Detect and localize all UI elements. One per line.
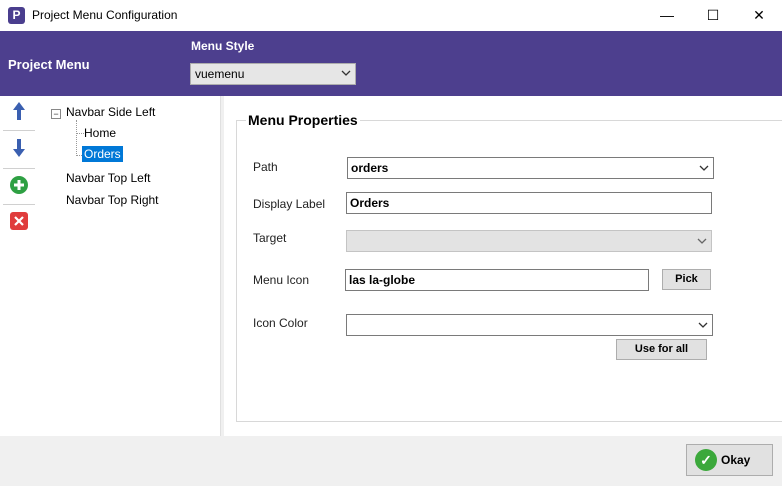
use-for-all-button[interactable]: Use for all [616,339,707,360]
app-icon: P [8,7,25,24]
target-label: Target [253,231,287,245]
path-select[interactable]: orders [347,157,714,179]
panel-splitter[interactable] [220,96,224,436]
move-down-button[interactable] [8,138,30,160]
tree-item-navbar-side-left[interactable]: Navbar Side Left [66,105,155,119]
menu-properties-title: Menu Properties [246,112,360,128]
toolbar-divider [3,130,35,131]
tree-connector [76,120,77,156]
menu-icon-label: Menu Icon [253,273,310,287]
plus-circle-icon [10,176,28,194]
add-item-button[interactable] [8,175,30,197]
tree-connector [76,133,84,134]
close-button[interactable]: ✕ [736,0,782,31]
okay-label: Okay [721,453,751,467]
display-label-value: Orders [350,196,390,210]
window-title: Project Menu Configuration [32,8,178,22]
maximize-button[interactable]: ☐ [690,0,736,31]
menu-style-value: vuemenu [195,67,245,81]
pick-icon-button[interactable]: Pick [662,269,711,290]
minimize-button[interactable]: — [644,0,690,31]
arrow-up-icon [13,102,25,120]
delete-x-icon [10,212,28,230]
chevron-down-icon [697,234,707,251]
display-label-input[interactable]: Orders [346,192,712,214]
okay-button[interactable]: ✓ Okay [686,444,773,476]
chevron-down-icon [698,318,708,335]
dialog-footer [0,436,782,486]
tree-item-home[interactable]: Home [84,126,116,140]
tree-toolbar [0,96,39,436]
tree-item-orders[interactable]: Orders [82,146,123,162]
target-select[interactable] [346,230,712,252]
tree-item-navbar-top-left[interactable]: Navbar Top Left [66,171,151,185]
menu-style-select[interactable]: vuemenu [190,63,356,85]
icon-color-label: Icon Color [253,316,308,330]
menu-style-label: Menu Style [191,39,255,53]
move-up-button[interactable] [8,101,30,123]
title-bar: P Project Menu Configuration — ☐ ✕ [0,0,782,31]
path-label: Path [253,160,278,174]
path-value: orders [351,161,389,175]
chevron-down-icon [699,161,709,178]
collapse-toggle[interactable]: − [51,109,61,119]
icon-color-select[interactable] [346,314,713,336]
tree-item-navbar-top-right[interactable]: Navbar Top Right [66,193,159,207]
menu-icon-input[interactable]: las la-globe [345,269,649,291]
chevron-down-icon [341,64,351,85]
arrow-down-icon [13,139,25,157]
check-circle-icon: ✓ [695,449,717,471]
display-label-label: Display Label [253,197,326,211]
menu-tree: − Navbar Side Left Home Orders Navbar To… [38,96,220,436]
delete-item-button[interactable] [8,211,30,233]
header-banner: Project Menu Menu Style vuemenu [0,31,782,96]
header-title: Project Menu [8,57,90,72]
toolbar-divider [3,168,35,169]
menu-icon-value: las la-globe [349,273,416,287]
toolbar-divider [3,204,35,205]
